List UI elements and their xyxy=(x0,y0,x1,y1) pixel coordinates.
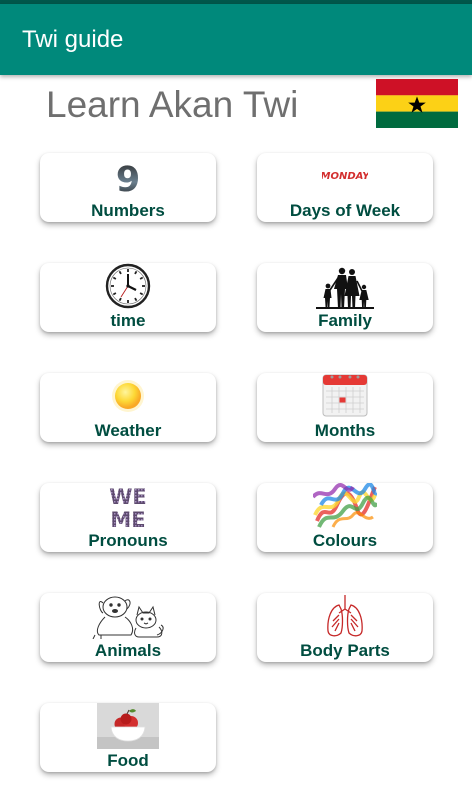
weather-card[interactable]: Weather xyxy=(40,373,216,442)
sun-icon xyxy=(112,380,144,412)
colours-card[interactable]: Colours xyxy=(257,483,433,552)
clock-icon xyxy=(105,263,151,309)
days-of-week-card[interactable]: MONDAY Days of Week xyxy=(257,153,433,222)
numbers-label: Numbers xyxy=(91,201,165,220)
body-parts-card[interactable]: Body Parts xyxy=(257,593,433,662)
weather-label: Weather xyxy=(94,421,162,440)
food-label: Food xyxy=(107,751,149,770)
lungs-icon xyxy=(327,595,363,637)
family-silhouette-icon xyxy=(316,267,374,309)
family-label: Family xyxy=(318,311,372,330)
numbers-card[interactable]: 9 Numbers xyxy=(40,153,216,222)
time-label: time xyxy=(110,311,146,330)
months-card[interactable]: Months xyxy=(257,373,433,442)
animals-card[interactable]: Animals xyxy=(40,593,216,662)
pronouns-label: Pronouns xyxy=(88,531,168,550)
body-parts-label: Body Parts xyxy=(300,641,390,660)
apple-bowl-icon xyxy=(97,703,159,749)
puppy-kitten-icon xyxy=(92,596,164,639)
rainbow-smoke-icon xyxy=(313,483,377,529)
calendar-icon xyxy=(322,374,368,417)
we-me-icon: WE ME xyxy=(109,485,147,529)
number-nine-icon: 9 xyxy=(116,161,140,193)
monday-glyph: MONDAY xyxy=(322,171,368,181)
months-label: Months xyxy=(314,421,376,440)
monday-text-icon: MONDAY xyxy=(322,171,368,181)
page-title: Learn Akan Twi xyxy=(46,84,299,125)
me-glyph: ME xyxy=(110,508,145,529)
food-card[interactable]: Food xyxy=(40,703,216,772)
app-bar: Twi guide xyxy=(0,4,472,75)
time-card[interactable]: time xyxy=(40,263,216,332)
app-title: Twi guide xyxy=(22,26,124,53)
ghana-flag-icon xyxy=(376,79,458,128)
animals-label: Animals xyxy=(94,641,162,660)
family-card[interactable]: Family xyxy=(257,263,433,332)
nine-glyph: 9 xyxy=(116,161,140,193)
colours-label: Colours xyxy=(312,531,378,550)
we-glyph: WE xyxy=(109,485,147,509)
days-of-week-label: Days of Week xyxy=(289,201,401,220)
pronouns-card[interactable]: WE ME Pronouns xyxy=(40,483,216,552)
